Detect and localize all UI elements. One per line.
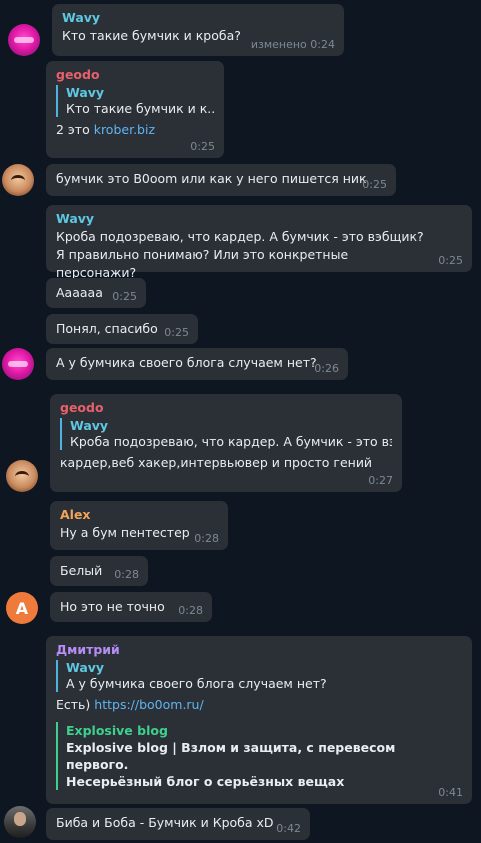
sender-name[interactable]: geodo	[56, 67, 214, 83]
message-text-prefix: 2 это	[56, 122, 94, 137]
quote-text: Кроба подозреваю, что кардер. А бумчик -…	[70, 434, 392, 449]
message-time: 0:25	[112, 290, 137, 303]
message-bubble[interactable]: Аааааа 0:25	[46, 278, 146, 308]
message-bubble[interactable]: Wavy Кто такие бумчик и кроба? изменено …	[52, 4, 344, 56]
reply-quote[interactable]: Wavy А у бумчика своего блога случаем не…	[56, 660, 462, 692]
quote-text: А у бумчика своего блога случаем нет?	[66, 676, 327, 691]
sender-name[interactable]: Wavy	[56, 211, 462, 227]
message-text: Биба и Боба - Бумчик и Кроба xD	[56, 815, 274, 830]
avatar-geodo[interactable]	[6, 460, 38, 492]
sender-name[interactable]: Alex	[60, 507, 218, 523]
message-text: А у бумчика своего блога случаем нет?	[56, 355, 317, 370]
sender-name[interactable]: geodo	[60, 400, 392, 416]
reply-quote[interactable]: Wavy Кто такие бумчик и к...	[56, 85, 214, 117]
message-text: бумчик это B0oom или как у него пишется …	[56, 171, 367, 186]
message-time: 0:25	[438, 254, 463, 267]
quote-sender: Wavy	[66, 660, 105, 675]
preview-description: Несерьёзный блог о серьёзных вещах	[66, 774, 345, 789]
message-bubble[interactable]: geodo Wavy Кроба подозреваю, что кардер.…	[50, 394, 402, 492]
message-time: 0:41	[438, 786, 463, 799]
message-bubble[interactable]: бумчик это B0oom или как у него пишется …	[46, 164, 396, 196]
quote-sender: Wavy	[66, 85, 105, 100]
sender-name[interactable]: Wavy	[62, 10, 334, 26]
message-bubble[interactable]: А у бумчика своего блога случаем нет? 0:…	[46, 348, 348, 380]
quote-sender: Wavy	[70, 418, 109, 433]
message-link[interactable]: krober.biz	[94, 122, 155, 137]
preview-title: Explosive blog | Взлом и защита, с перев…	[66, 740, 396, 772]
message-text: 2 это krober.biz	[56, 121, 214, 139]
message-time: 0:25	[190, 140, 215, 153]
message-time: изменено 0:24	[250, 38, 335, 51]
message-bubble[interactable]: geodo Wavy Кто такие бумчик и к... 2 это…	[46, 61, 224, 158]
avatar-dmitry[interactable]	[4, 806, 36, 838]
message-time: 0:28	[178, 604, 203, 617]
message-time: 0:25	[164, 326, 189, 339]
message-bubble[interactable]: Белый 0:28	[50, 556, 148, 586]
message-text: кардер,веб хакер,интервьювер и просто ге…	[60, 455, 373, 470]
message-text-prefix: Есть)	[56, 697, 95, 712]
message-time: 0:28	[194, 532, 219, 545]
message-link[interactable]: https://bo0om.ru/	[94, 697, 203, 712]
message-time: 0:25	[362, 178, 387, 191]
message-bubble[interactable]: Дмитрий Wavy А у бумчика своего блога сл…	[46, 636, 472, 804]
avatar-wavy[interactable]	[2, 348, 34, 380]
message-time: 0:26	[314, 362, 339, 375]
preview-site-name: Explosive blog	[66, 723, 168, 738]
link-preview[interactable]: Explosive blog Explosive blog | Взлом и …	[56, 722, 462, 790]
message-bubble[interactable]: Но это не точно 0:28	[50, 592, 212, 622]
message-time: 0:28	[114, 568, 139, 581]
message-time: 0:42	[276, 822, 301, 835]
chat-history[interactable]: Wavy Кто такие бумчик и кроба? изменено …	[0, 0, 481, 843]
message-bubble[interactable]: Alex Ну а бум пентестер 0:28	[50, 501, 228, 550]
message-time: 0:27	[368, 474, 393, 487]
avatar-alex[interactable]: A	[6, 592, 38, 624]
message-text: Есть) https://bo0om.ru/	[56, 696, 462, 714]
sender-name[interactable]: Дмитрий	[56, 642, 462, 658]
message-bubble[interactable]: Биба и Боба - Бумчик и Кроба xD 0:42	[46, 808, 310, 840]
avatar-geodo[interactable]	[2, 164, 34, 196]
message-bubble[interactable]: Понял, спасибо 0:25	[46, 314, 198, 344]
message-text: Кроба подозреваю, что кардер. А бумчик -…	[56, 229, 424, 280]
reply-quote[interactable]: Wavy Кроба подозреваю, что кардер. А бум…	[60, 418, 392, 450]
avatar-wavy[interactable]	[8, 24, 40, 56]
quote-text: Кто такие бумчик и к...	[66, 101, 214, 116]
message-bubble[interactable]: Wavy Кроба подозреваю, что кардер. А бум…	[46, 205, 472, 280]
